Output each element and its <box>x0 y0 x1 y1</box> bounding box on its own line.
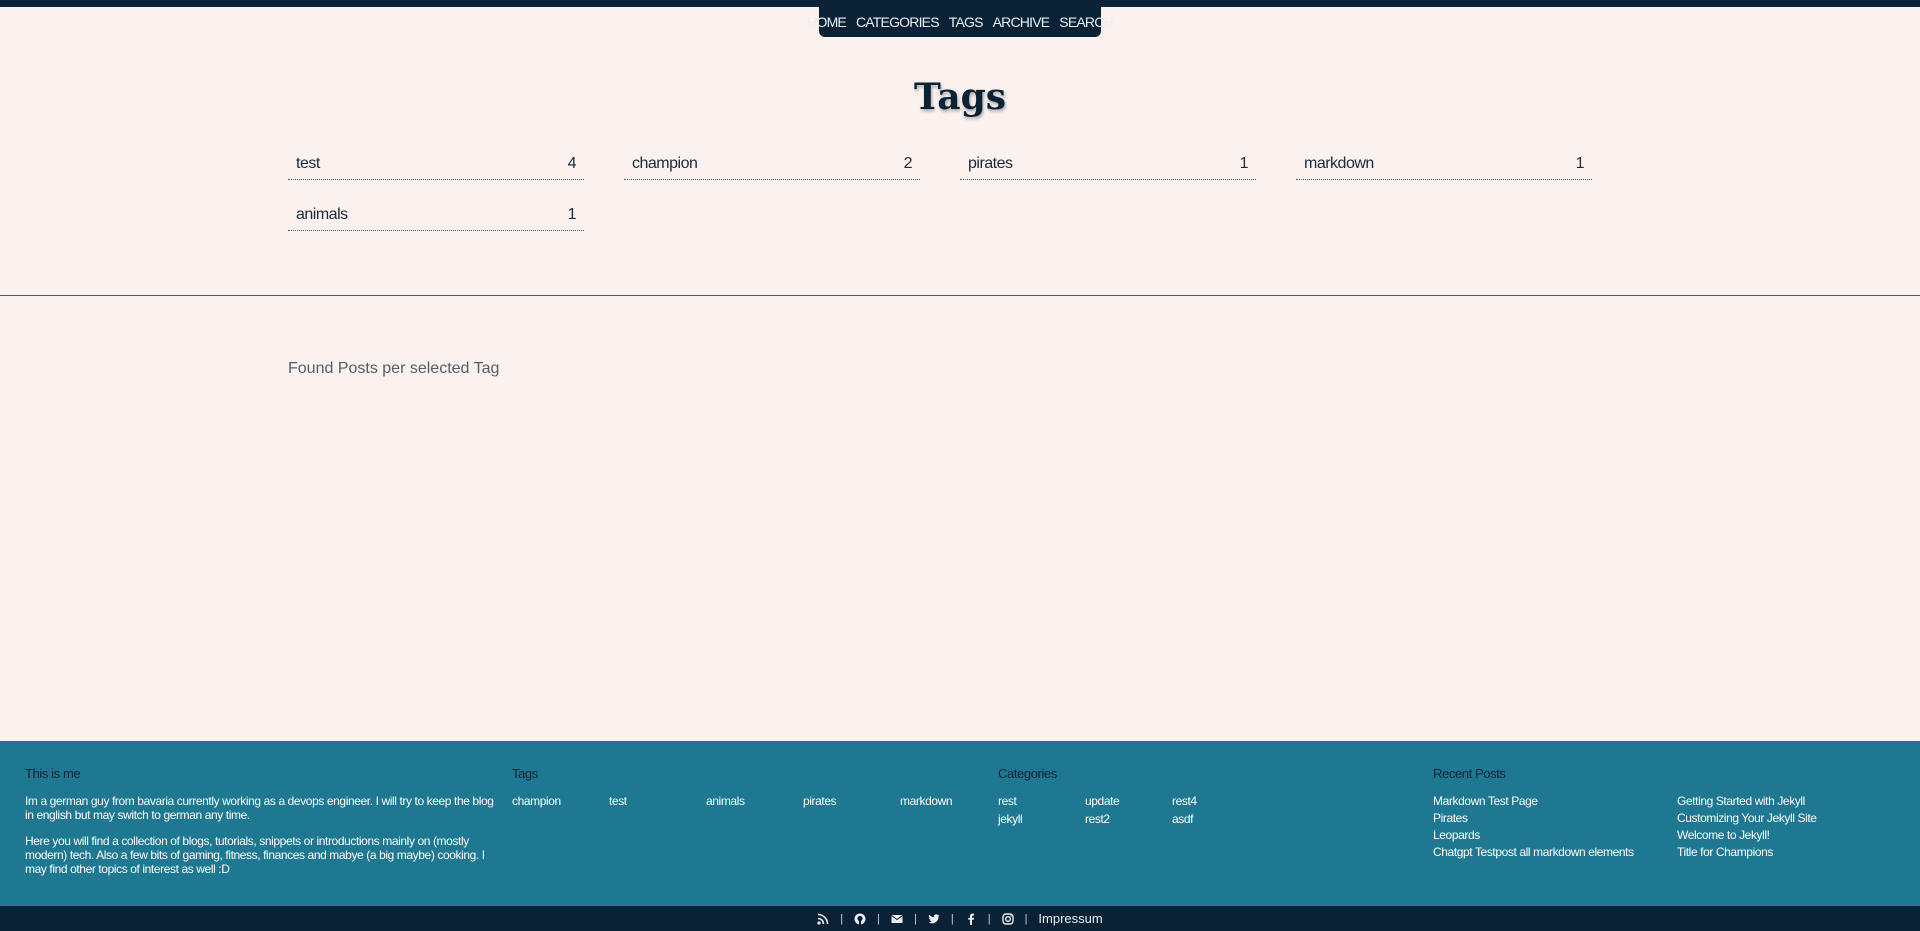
tag-item-animals[interactable]: animals 1 <box>288 199 584 231</box>
footer-category-link[interactable]: asdf <box>1172 812 1259 826</box>
instagram-icon[interactable] <box>1001 912 1014 925</box>
footer-categories-heading: Categories <box>998 766 1057 781</box>
email-icon[interactable] <box>891 913 903 925</box>
separator: | <box>950 912 954 925</box>
tag-count: 4 <box>567 154 577 172</box>
footer-tag-link[interactable]: animals <box>706 794 803 808</box>
separator: | <box>987 912 991 925</box>
footer-tags: Tags champion test animals pirates markd… <box>512 766 1002 808</box>
footer-tag-link[interactable]: test <box>609 794 706 808</box>
tag-name: test <box>296 154 320 172</box>
footer-category-link[interactable]: rest4 <box>1172 794 1259 808</box>
nav-search[interactable]: SEARCH <box>1059 14 1113 30</box>
tag-item-pirates[interactable]: pirates 1 <box>960 148 1256 180</box>
recent-post-link[interactable]: Chatgpt Testpost all markdown elements <box>1433 845 1677 862</box>
twitter-icon[interactable] <box>928 913 940 925</box>
tag-name: champion <box>632 154 698 172</box>
main-nav: HOME CATEGORIES TAGS ARCHIVE SEARCH <box>807 7 1114 37</box>
recent-post-link[interactable]: Title for Champions <box>1677 845 1913 862</box>
page-title: Tags <box>913 76 1007 118</box>
footer-tag-link[interactable]: pirates <box>803 794 900 808</box>
tag-count: 2 <box>903 154 913 172</box>
footer: This is me Im a german guy from bavaria … <box>0 741 1920 906</box>
footer-about-text-2: Here you will find a collection of blogs… <box>25 834 485 876</box>
footer-about-text-1: Im a german guy from bavaria currently w… <box>25 794 494 822</box>
recent-post-link[interactable]: Customizing Your Jekyll Site <box>1677 811 1913 828</box>
top-bar <box>0 0 1920 7</box>
recent-post-link[interactable]: Pirates <box>1433 811 1677 828</box>
nav-tags[interactable]: TAGS <box>949 14 984 30</box>
nav-home[interactable]: HOME <box>807 14 847 30</box>
footer-recent-posts: Recent Posts Markdown Test Page Pirates … <box>1433 766 1913 862</box>
footer-tag-link[interactable]: champion <box>512 794 609 808</box>
section-divider <box>0 295 1920 296</box>
footer-recent-heading: Recent Posts <box>1433 766 1506 781</box>
tag-list: test 4 champion 2 pirates 1 markdown 1 a… <box>288 148 1592 231</box>
tag-count: 1 <box>1575 154 1585 172</box>
nav-categories[interactable]: CATEGORIES <box>856 14 940 30</box>
facebook-icon[interactable] <box>965 913 977 925</box>
footer-tag-link[interactable]: markdown <box>900 794 997 808</box>
separator: | <box>840 912 844 925</box>
footer-category-link[interactable]: update <box>1085 794 1172 808</box>
impressum-link[interactable]: Impressum <box>1038 911 1102 926</box>
footer-category-link[interactable]: jekyll <box>998 812 1085 826</box>
github-icon[interactable] <box>854 913 866 925</box>
footer-about-heading: This is me <box>25 766 81 781</box>
tag-name: markdown <box>1304 154 1374 172</box>
separator: | <box>1024 912 1028 925</box>
footer-tags-heading: Tags <box>512 766 538 781</box>
tag-item-test[interactable]: test 4 <box>288 148 584 180</box>
separator: | <box>877 912 880 925</box>
recent-post-link[interactable]: Getting Started with Jekyll <box>1677 794 1913 811</box>
tag-item-champion[interactable]: champion 2 <box>624 148 920 180</box>
recent-post-link[interactable]: Welcome to Jekyll! <box>1677 828 1913 845</box>
nav-archive[interactable]: ARCHIVE <box>993 14 1050 30</box>
recent-post-link[interactable]: Markdown Test Page <box>1433 794 1677 811</box>
footer-category-link[interactable]: rest2 <box>1085 812 1172 826</box>
bottom-bar: | | | | | | Impressum <box>0 906 1920 931</box>
tag-name: pirates <box>968 154 1013 172</box>
tag-count: 1 <box>567 205 577 223</box>
recent-post-link[interactable]: Leopards <box>1433 828 1677 845</box>
footer-categories: Categories rest update rest4 jekyll rest… <box>998 766 1398 826</box>
rss-icon[interactable] <box>817 913 829 925</box>
found-posts-label: Found Posts per selected Tag <box>288 360 500 377</box>
tag-item-markdown[interactable]: markdown 1 <box>1296 148 1592 180</box>
separator: | <box>913 912 917 925</box>
tag-name: animals <box>296 205 348 223</box>
footer-category-link[interactable]: rest <box>998 794 1085 808</box>
footer-about: This is me Im a german guy from bavaria … <box>25 766 495 888</box>
tag-count: 1 <box>1239 154 1249 172</box>
